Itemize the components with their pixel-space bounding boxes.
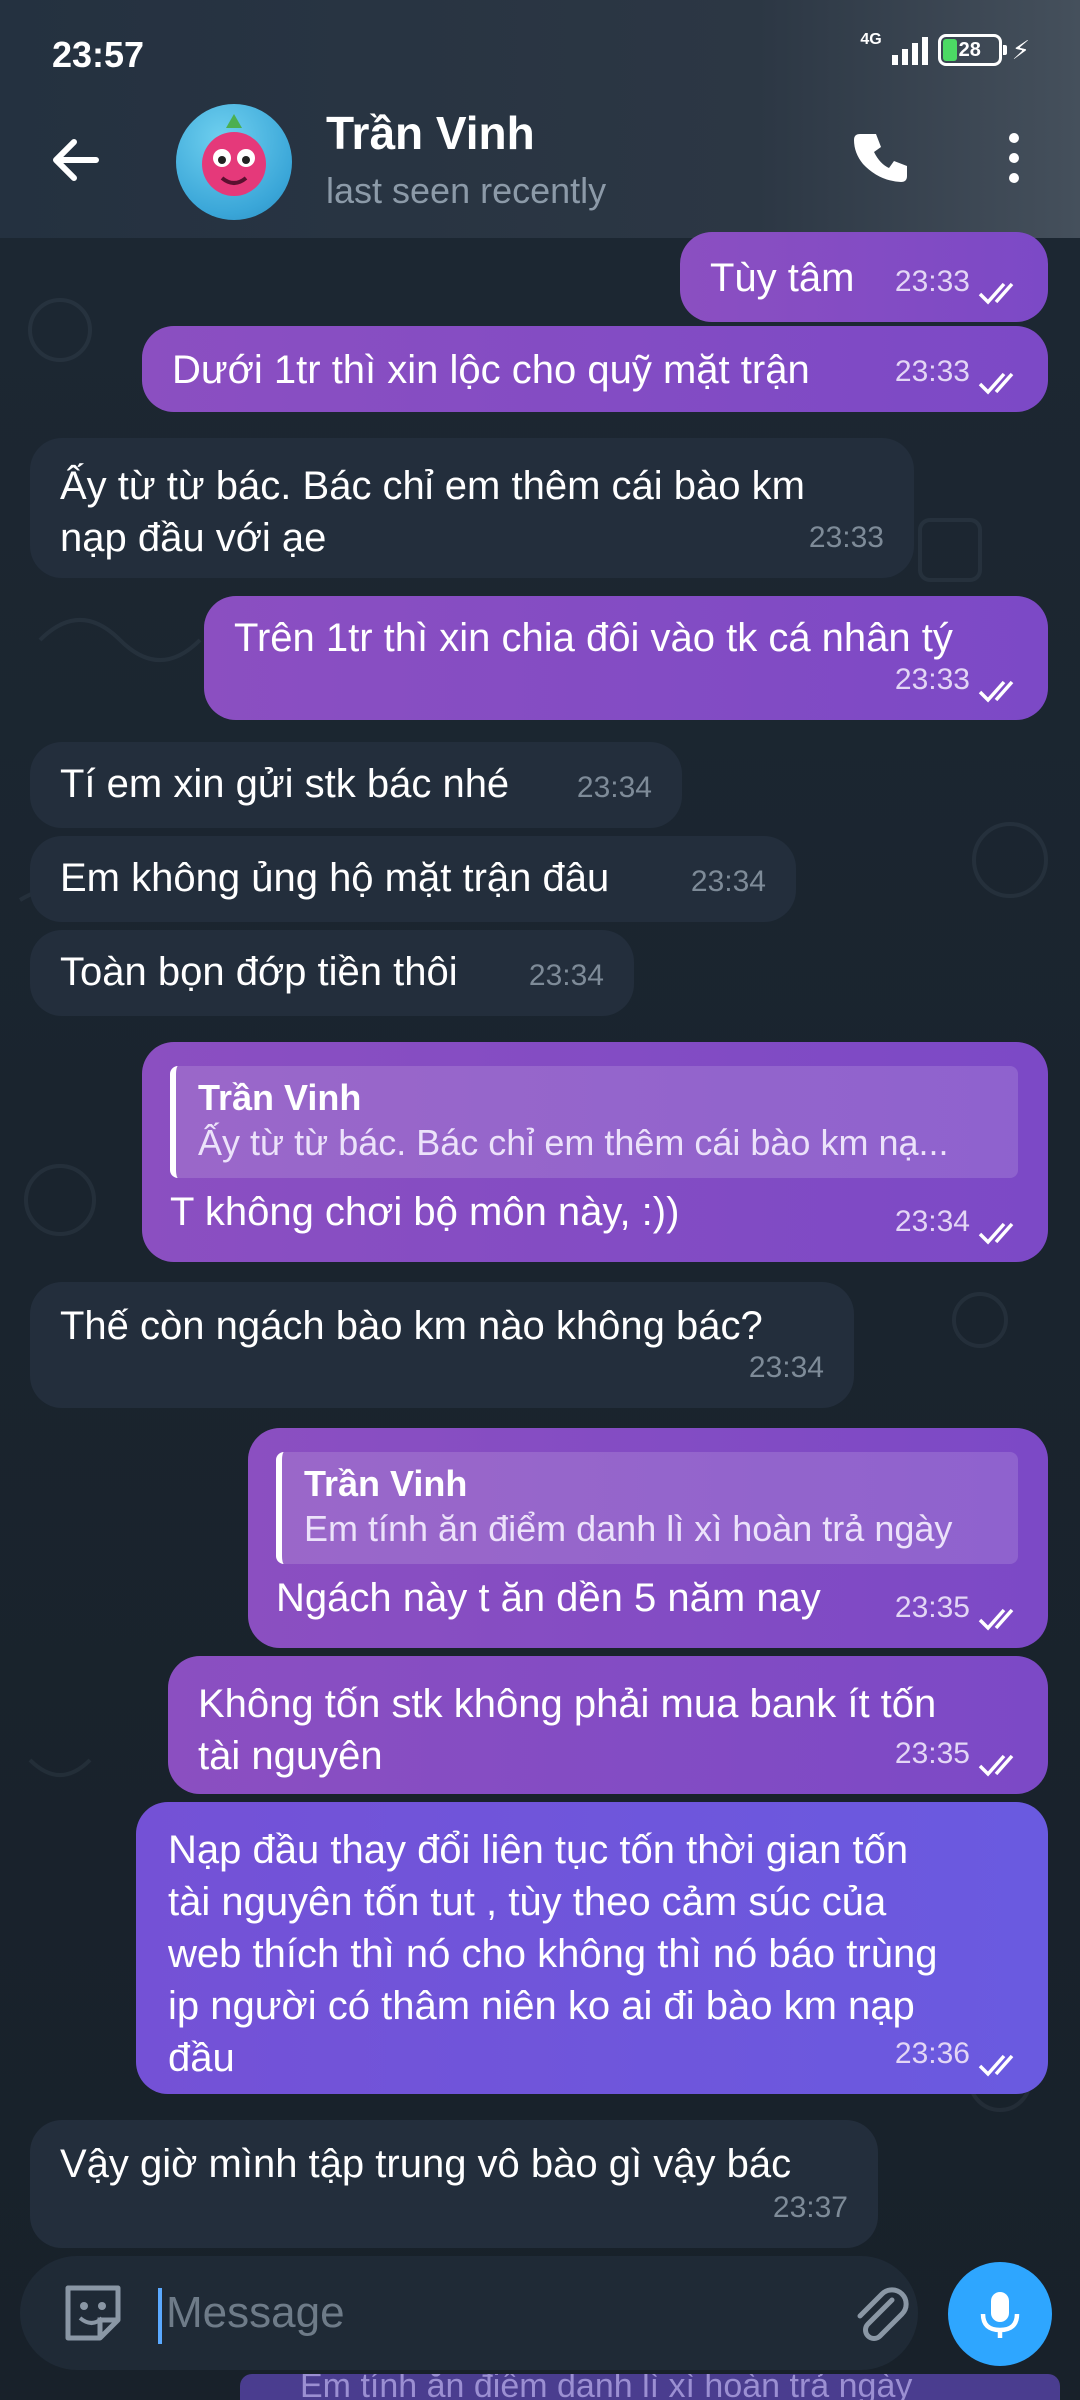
microphone-icon	[980, 2292, 1020, 2338]
message-text: Thế còn ngách bào km nào không bác?	[60, 1304, 763, 1348]
arrow-left-icon	[53, 139, 99, 181]
double-check-icon	[978, 1222, 1014, 1245]
double-check-icon	[978, 2054, 1014, 2077]
reply-text: Em tính ăn điểm danh lì xì hoàn trả ngày	[304, 1508, 953, 1549]
partial-message-bubble: Em tính ăn điểm danh lì xì hoàn trả ngày	[240, 2374, 1060, 2400]
reply-text: Ấy từ từ bác. Bác chỉ em thêm cái bào km…	[198, 1122, 949, 1163]
double-check-icon	[978, 372, 1014, 395]
voice-message-button[interactable]	[948, 2262, 1052, 2366]
message-outgoing[interactable]: Dưới 1tr thì xin lộc cho quỹ mặt trận 23…	[142, 326, 1048, 412]
message-time: 23:34	[690, 865, 766, 898]
message-outgoing[interactable]: Trên 1tr thì xin chia đôi vào tk cá nhân…	[204, 596, 1048, 720]
more-options-button[interactable]	[996, 128, 1032, 188]
message-time: 23:34	[528, 959, 604, 992]
message-incoming[interactable]: Thế còn ngách bào km nào không bác? 23:3…	[30, 1282, 854, 1408]
message-text-line: web thích thì nó cho không thì nó báo tr…	[168, 1932, 938, 1976]
double-check-icon	[978, 1608, 1014, 1631]
message-text-line: Không tốn stk không phải mua bank ít tốn	[198, 1682, 937, 1726]
chat-title[interactable]: Trần Vinh	[326, 106, 535, 160]
status-icons: 4G 28 ⚡	[860, 31, 1030, 66]
call-button[interactable]	[852, 128, 912, 188]
message-text-line: Ấy từ từ bác. Bác chỉ em thêm cái bào km	[60, 464, 805, 508]
message-input[interactable]	[166, 2278, 826, 2348]
message-composer	[20, 2256, 918, 2370]
sticker-button[interactable]	[58, 2278, 128, 2348]
paperclip-icon	[857, 2287, 909, 2341]
message-outgoing[interactable]: Tùy tâm 23:33	[680, 232, 1048, 322]
partial-message-text: Em tính ăn điểm danh lì xì hoàn trả ngày	[300, 2374, 913, 2400]
message-incoming[interactable]: Em không ủng hộ mặt trận đâu 23:34	[30, 836, 796, 922]
message-text-line: tài nguyên tốn tut , tùy theo cảm súc củ…	[168, 1880, 887, 1924]
message-time: 23:33	[894, 663, 970, 696]
message-time: 23:33	[894, 355, 970, 388]
reply-author: Trần Vinh	[304, 1463, 468, 1504]
reply-preview[interactable]: Trần Vinh Ấy từ từ bác. Bác chỉ em thêm …	[170, 1066, 1018, 1178]
avatar-image	[202, 114, 266, 196]
message-time: 23:37	[772, 2191, 848, 2224]
message-text: Tùy tâm	[710, 256, 855, 300]
signal-icon	[891, 35, 928, 65]
text-cursor	[158, 2288, 162, 2344]
message-time: 23:35	[894, 1591, 970, 1624]
message-incoming[interactable]: Toàn bọn đớp tiền thôi 23:34	[30, 930, 634, 1016]
message-text: Toàn bọn đớp tiền thôi	[60, 950, 458, 994]
double-check-icon	[978, 282, 1014, 305]
message-text: T không chơi bộ môn này, :))	[170, 1190, 680, 1234]
message-incoming[interactable]: Vậy giờ mình tập trung vô bào gì vậy bác…	[30, 2120, 878, 2248]
more-vertical-icon	[1009, 133, 1019, 183]
avatar[interactable]	[176, 104, 292, 220]
message-time: 23:33	[808, 521, 884, 554]
message-outgoing[interactable]: Nạp đầu thay đổi liên tục tốn thời gian …	[136, 1802, 1048, 2094]
message-time: 23:35	[894, 1737, 970, 1770]
status-time: 23:57	[52, 34, 145, 75]
chat-header: 23:57 4G 28 ⚡ Trần Vinh last seen recent…	[0, 0, 1080, 238]
message-time: 23:34	[894, 1205, 970, 1238]
back-button[interactable]	[44, 128, 108, 192]
double-check-icon	[978, 1754, 1014, 1777]
network-type: 4G	[860, 31, 882, 48]
message-time: 23:33	[894, 265, 970, 298]
phone-icon	[854, 134, 907, 182]
message-text-line: Nạp đầu thay đổi liên tục tốn thời gian …	[168, 1828, 909, 1872]
message-time: 23:36	[894, 2037, 970, 2070]
message-text-line: nạp đầu với ạe	[60, 516, 327, 560]
message-incoming[interactable]: Tí em xin gửi stk bác nhé 23:34	[30, 742, 682, 828]
message-outgoing[interactable]: Không tốn stk không phải mua bank ít tốn…	[168, 1656, 1048, 1794]
message-time: 23:34	[576, 771, 652, 804]
message-text-line: ip người có thâm niên ko ai đi bào km nạ…	[168, 1984, 915, 2028]
message-text-line: đầu	[168, 2036, 235, 2080]
charging-icon: ⚡	[1011, 34, 1030, 65]
message-text: Em không ủng hộ mặt trận đâu	[60, 856, 610, 900]
message-time: 23:34	[748, 1351, 824, 1384]
reply-preview[interactable]: Trần Vinh Em tính ăn điểm danh lì xì hoà…	[276, 1452, 1018, 1564]
battery-level: 28	[958, 38, 981, 61]
message-text: Vậy giờ mình tập trung vô bào gì vậy bác	[60, 2142, 792, 2186]
double-check-icon	[978, 680, 1014, 703]
message-text: Dưới 1tr thì xin lộc cho quỹ mặt trận	[172, 348, 810, 392]
attach-button[interactable]	[846, 2280, 912, 2346]
message-text: Trên 1tr thì xin chia đôi vào tk cá nhân…	[234, 616, 953, 660]
message-outgoing[interactable]: Trần Vinh Ấy từ từ bác. Bác chỉ em thêm …	[142, 1042, 1048, 1262]
sticker-icon	[65, 2285, 121, 2341]
battery-icon: 28	[937, 34, 1007, 66]
message-incoming[interactable]: Ấy từ từ bác. Bác chỉ em thêm cái bào km…	[30, 438, 914, 578]
message-text: Ngách này t ăn dền 5 năm nay	[276, 1576, 821, 1620]
message-text: Tí em xin gửi stk bác nhé	[60, 762, 510, 806]
message-outgoing[interactable]: Trần Vinh Em tính ăn điểm danh lì xì hoà…	[248, 1428, 1048, 1648]
reply-author: Trần Vinh	[198, 1077, 362, 1118]
chat-status: last seen recently	[326, 170, 607, 211]
